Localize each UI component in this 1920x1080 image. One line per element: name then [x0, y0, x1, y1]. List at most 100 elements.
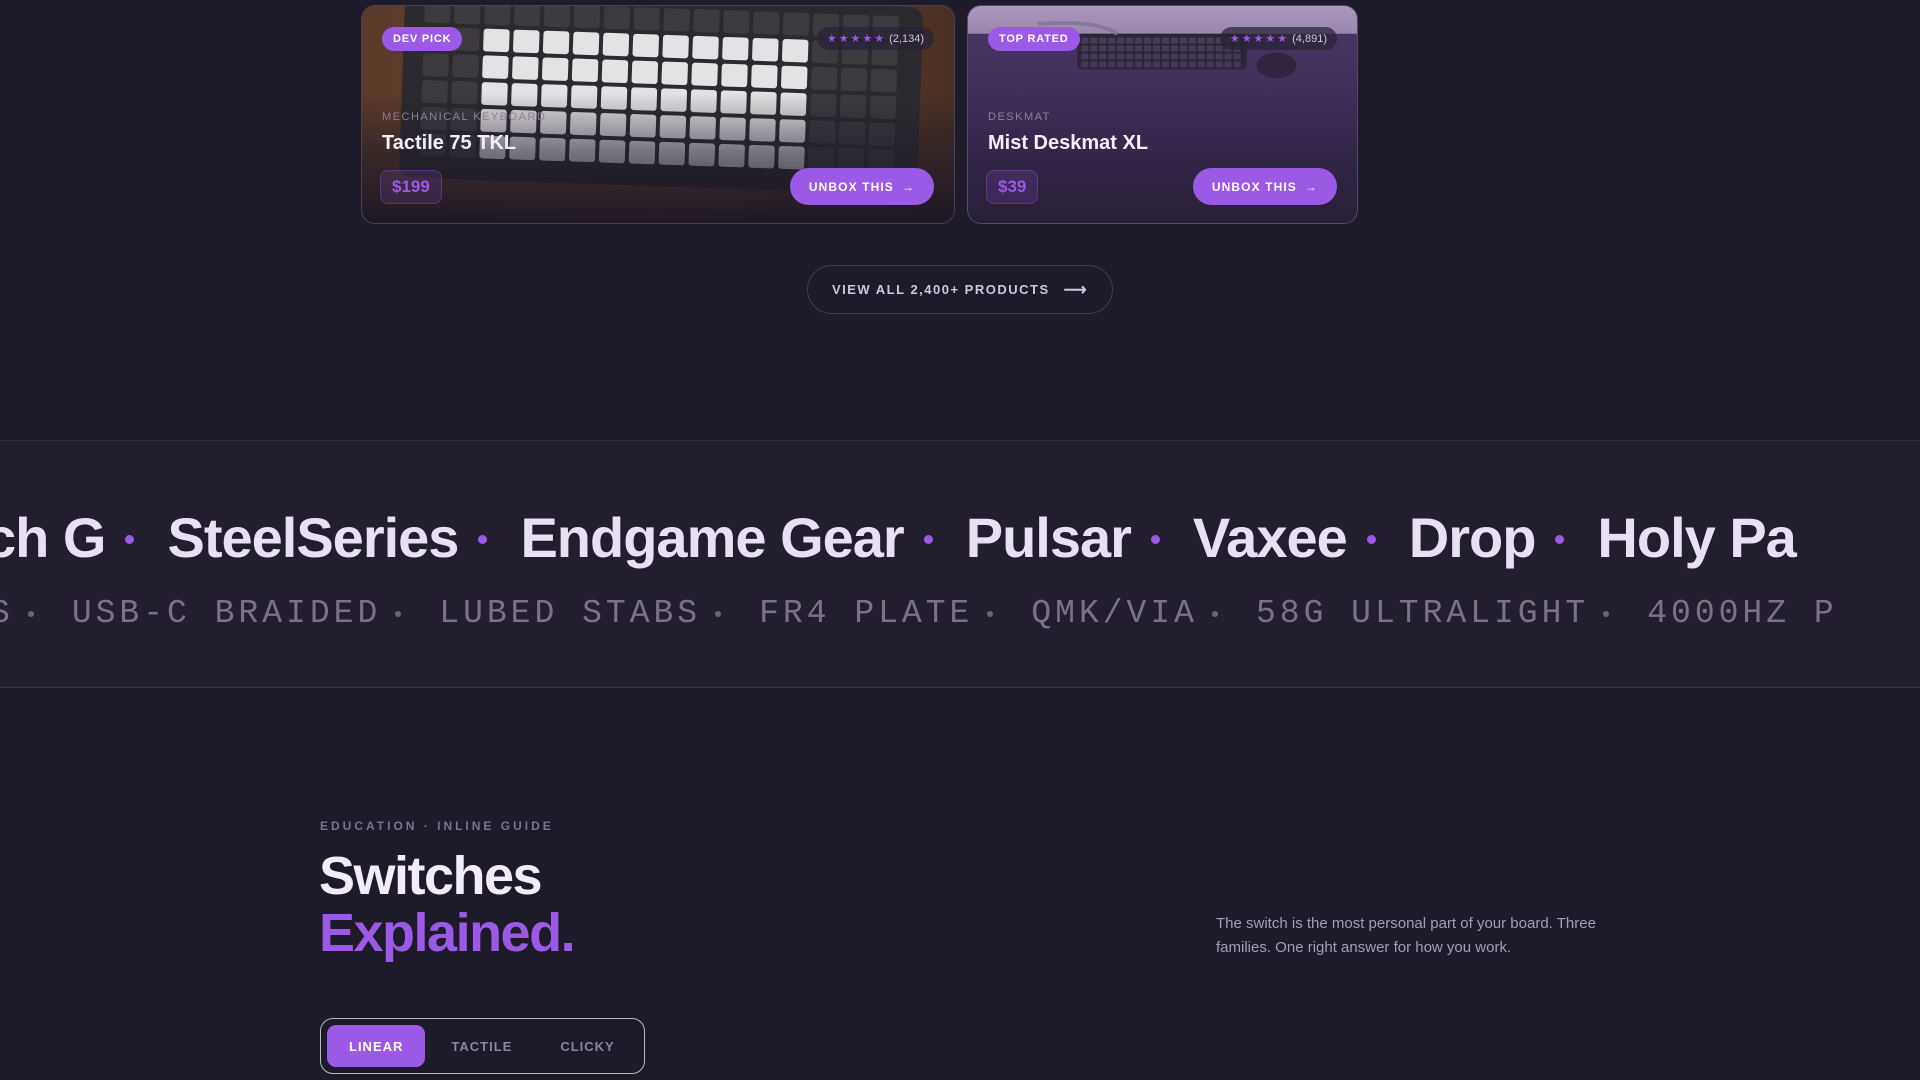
stars-icon: ★★★★★	[826, 33, 887, 45]
dot-separator-icon	[1603, 610, 1610, 617]
product-badge: TOP RATED	[988, 27, 1080, 51]
keycap	[781, 39, 809, 63]
keycap	[542, 30, 570, 55]
dot-separator-icon	[1555, 535, 1565, 544]
brand-row: ch G SteelSeries Endgame Gear Pulsar Vax…	[0, 505, 1797, 570]
spec-item: 4000HZ P	[1647, 595, 1838, 632]
keycap	[663, 8, 690, 32]
keycap	[780, 65, 808, 90]
keycap	[752, 37, 779, 62]
product-price: $199	[380, 170, 442, 204]
keycap	[454, 6, 481, 25]
keycap	[484, 6, 511, 26]
keycap	[633, 7, 660, 31]
spec-item: FR4 PLATE	[759, 595, 974, 632]
spec-item: 58G ULTRALIGHT	[1255, 595, 1590, 632]
keycap	[603, 6, 631, 30]
brand-marquee: ch G SteelSeries Endgame Gear Pulsar Vax…	[0, 440, 1920, 688]
spec-item: USB-C BRAIDED	[71, 595, 382, 632]
brand-name: Drop	[1408, 506, 1537, 569]
keycap	[482, 55, 509, 79]
keycap	[602, 32, 630, 57]
brand-name: Endgame Gear	[520, 506, 904, 569]
keycap	[721, 63, 748, 88]
rating-count: (4,891)	[1292, 32, 1327, 45]
keycap	[543, 6, 571, 28]
tab-linear[interactable]: LINEAR	[327, 1025, 426, 1067]
unbox-label: UNBOX THIS	[808, 179, 894, 194]
product-cards: DEV PICK ★★★★★ (2,134) MECHANICAL KEYBOA…	[361, 5, 1358, 224]
dot-separator-icon	[987, 610, 994, 617]
product-title[interactable]: Mist Deskmat XL	[988, 132, 1148, 155]
unbox-button[interactable]: UNBOX THIS →	[789, 168, 934, 205]
product-category: DESKMAT	[988, 111, 1051, 123]
arrow-right-icon: ⟶	[1063, 281, 1089, 299]
brand-name: Vaxee	[1192, 506, 1348, 569]
title-line-1: Switches	[319, 846, 543, 906]
dot-separator-icon	[1366, 535, 1376, 544]
rating: ★★★★★ (4,891)	[1219, 27, 1337, 50]
view-all-products-button[interactable]: VIEW ALL 2,400+ PRODUCTS ⟶	[807, 265, 1113, 314]
keycap	[840, 67, 868, 92]
spec-item: LUBED STABS	[439, 595, 702, 632]
keycap	[810, 66, 838, 91]
keycap	[751, 64, 778, 89]
unbox-label: UNBOX THIS	[1211, 179, 1297, 194]
dot-separator-icon	[27, 610, 34, 617]
view-all-label: VIEW ALL 2,400+ PRODUCTS	[831, 282, 1050, 297]
keycap	[573, 6, 601, 29]
tab-tactile[interactable]: TACTILE	[429, 1025, 534, 1067]
keycap	[692, 35, 719, 60]
brand-name: SteelSeries	[167, 506, 459, 569]
dot-separator-icon	[1211, 610, 1218, 617]
keycap	[662, 34, 689, 59]
keycap	[512, 56, 539, 80]
spec-item: S	[0, 595, 14, 632]
dot-separator-icon	[478, 535, 488, 544]
keycap	[422, 53, 449, 77]
product-category: MECHANICAL KEYBOARD	[382, 111, 547, 123]
dot-separator-icon	[1150, 535, 1160, 544]
brand-name: Holy Pa	[1597, 506, 1796, 569]
product-card[interactable]: DEV PICK ★★★★★ (2,134) MECHANICAL KEYBOA…	[361, 5, 955, 224]
keycap	[723, 10, 750, 34]
keycap	[722, 36, 749, 61]
switch-type-tabs: LINEAR TACTILE CLICKY	[320, 1018, 645, 1074]
dot-separator-icon	[395, 610, 402, 617]
brand-name: Pulsar	[965, 506, 1132, 569]
dot-separator-icon	[715, 610, 722, 617]
keycap	[661, 61, 688, 86]
unbox-button[interactable]: UNBOX THIS →	[1192, 168, 1337, 205]
spec-row: S USB-C BRAIDED LUBED STABS FR4 PLATE QM…	[0, 595, 1838, 632]
section-eyebrow: EDUCATION · INLINE GUIDE	[320, 819, 554, 833]
brand-name: ch G	[0, 506, 106, 569]
keycap	[513, 29, 540, 54]
keycap	[870, 68, 898, 93]
keycap	[452, 54, 479, 78]
keycap	[571, 58, 599, 82]
keycap	[632, 33, 660, 58]
spec-item: QMK/VIA	[1031, 595, 1198, 632]
product-title[interactable]: Tactile 75 TKL	[382, 132, 516, 155]
keycap	[572, 31, 600, 56]
keycap	[782, 12, 810, 36]
keycap	[513, 6, 541, 27]
rating: ★★★★★ (2,134)	[816, 27, 934, 50]
keycap	[693, 9, 720, 33]
keycap	[631, 60, 659, 85]
keycap	[541, 57, 569, 81]
keycap	[601, 59, 629, 84]
stars-icon: ★★★★★	[1229, 33, 1290, 45]
tab-clicky[interactable]: CLICKY	[538, 1025, 636, 1067]
product-badge: DEV PICK	[382, 27, 463, 51]
keycap	[691, 62, 718, 87]
arrow-right-icon: →	[901, 179, 915, 194]
rating-count: (2,134)	[889, 32, 924, 45]
product-card[interactable]: TOP RATED ★★★★★ (4,891) DESKMAT Mist Des…	[967, 5, 1358, 224]
title-line-2: Explained.	[319, 903, 576, 963]
section-description: The switch is the most personal part of …	[1216, 915, 1596, 956]
product-price: $39	[986, 170, 1039, 204]
keycap	[424, 6, 451, 24]
dot-separator-icon	[923, 535, 933, 544]
keycap	[752, 11, 780, 35]
